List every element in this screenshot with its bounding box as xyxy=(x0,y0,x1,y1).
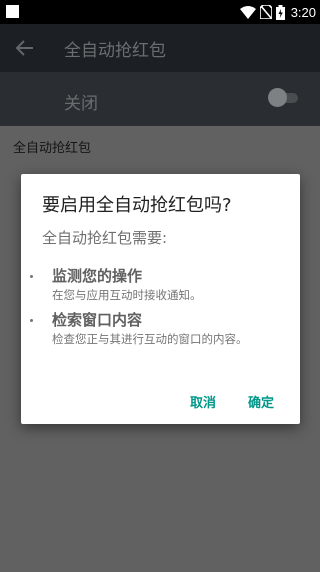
bullet-icon xyxy=(30,319,33,322)
no-sim-icon xyxy=(259,5,272,19)
permission-heading: 检索窗口内容 xyxy=(52,311,143,329)
page-title: 全自动抢红包 xyxy=(64,41,166,61)
permission-dialog: 要启用全自动抢红包吗? 全自动抢红包需要: 监测您的操作 在您与应用互动时接收通… xyxy=(21,174,300,424)
confirm-button[interactable]: 确定 xyxy=(248,392,274,411)
clock: 3:20 xyxy=(290,4,316,20)
permission-description: 在您与应用互动时接收通知。 xyxy=(52,288,202,302)
status-bar: 3:20 xyxy=(0,0,320,24)
bullet-icon xyxy=(30,275,33,278)
status-icons: 3:20 xyxy=(239,3,316,21)
wifi-icon xyxy=(239,5,256,19)
back-arrow-icon[interactable] xyxy=(14,37,36,59)
app-bar: 全自动抢红包 xyxy=(0,24,320,72)
permission-item: 检索窗口内容 检查您正与其进行互动的窗口的内容。 xyxy=(30,309,257,347)
battery-icon xyxy=(275,4,285,20)
toggle-label: 关闭 xyxy=(64,94,98,114)
notification-icon xyxy=(6,5,19,18)
dialog-subtitle: 全自动抢红包需要: xyxy=(42,229,168,247)
dialog-title: 要启用全自动抢红包吗? xyxy=(42,195,232,216)
permission-heading: 监测您的操作 xyxy=(52,267,143,285)
section-title: 全自动抢红包 xyxy=(13,141,92,156)
permission-item: 监测您的操作 在您与应用互动时接收通知。 xyxy=(30,265,257,303)
cancel-button[interactable]: 取消 xyxy=(190,392,216,411)
permission-description: 检查您正与其进行互动的窗口的内容。 xyxy=(52,332,248,346)
switch-thumb[interactable] xyxy=(268,88,287,107)
